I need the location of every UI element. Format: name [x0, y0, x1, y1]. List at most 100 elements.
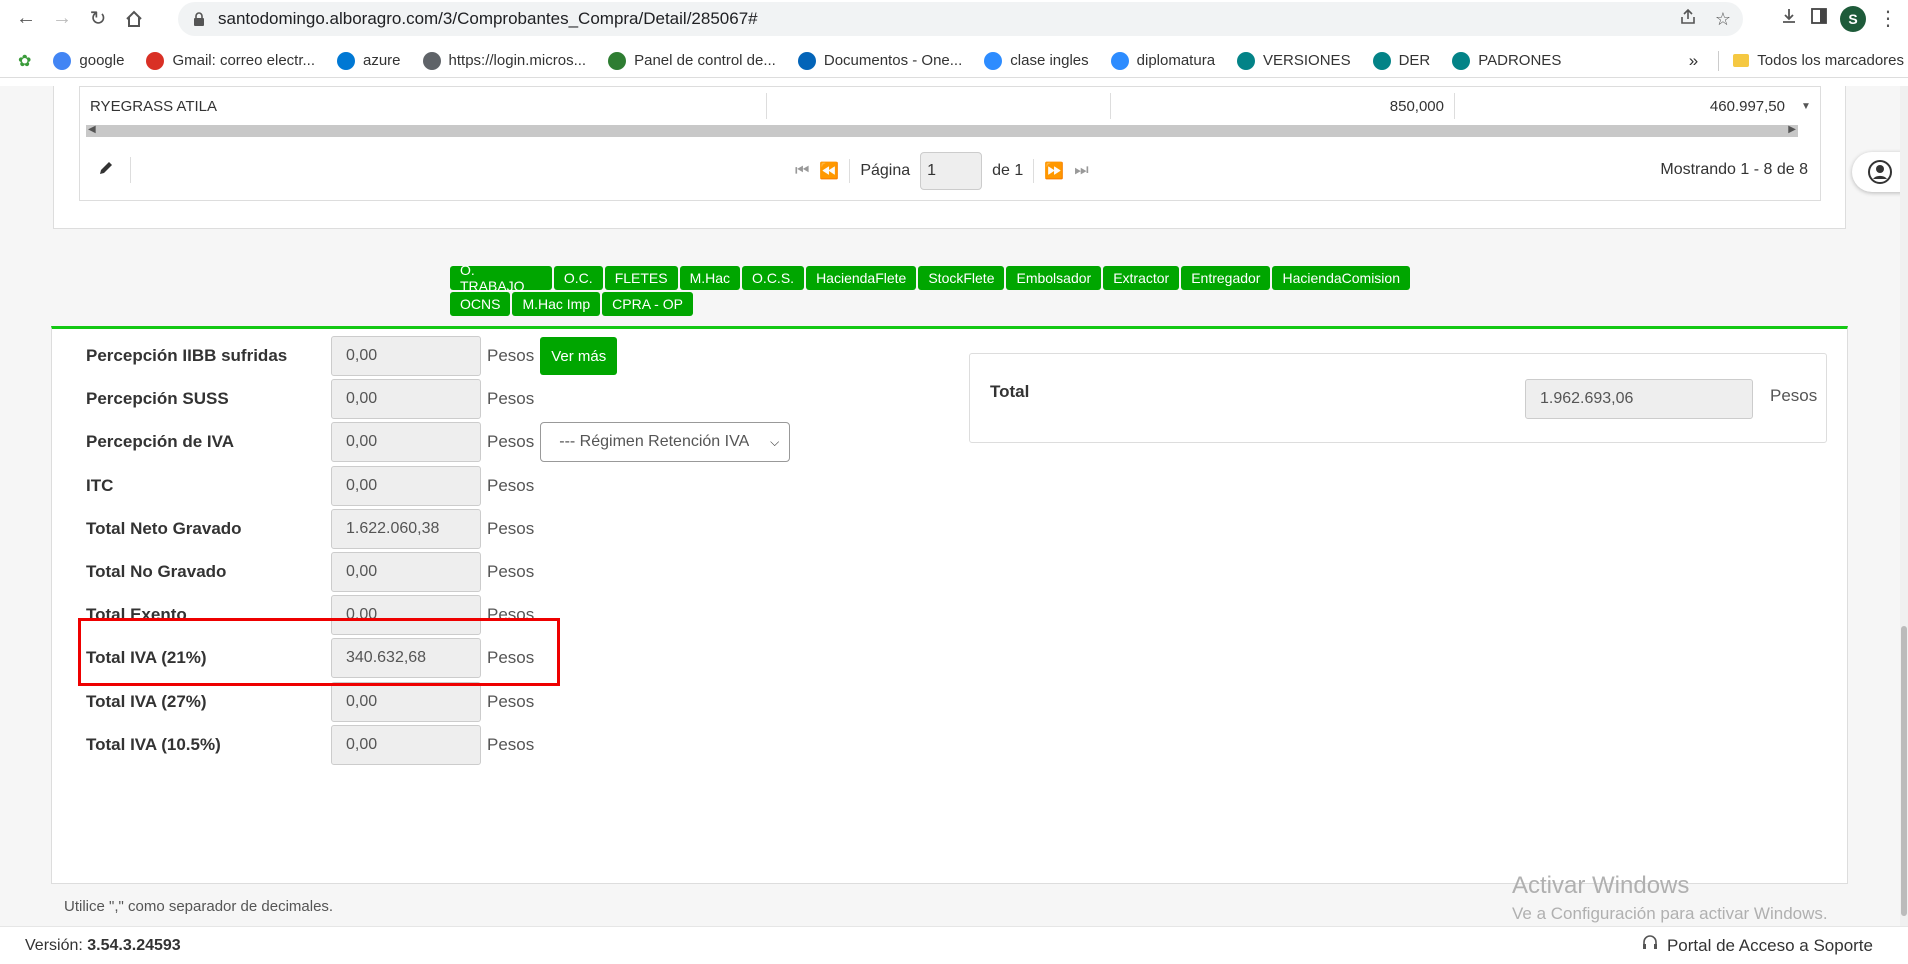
- bookmark-item[interactable]: VERSIONES: [1226, 51, 1362, 70]
- bookmark-label: https://login.micros...: [448, 52, 587, 69]
- form-row: Total IVA (27%) 0,00 Pesos: [86, 681, 534, 723]
- amount-field[interactable]: 0,00: [331, 724, 481, 765]
- bookmark-item[interactable]: azure: [326, 51, 412, 70]
- related-doc-button[interactable]: StockFlete: [918, 266, 1005, 290]
- zoom-icon: [1110, 51, 1129, 70]
- scroll-right-icon[interactable]: ▶: [1788, 124, 1796, 135]
- page-number-input[interactable]: 1: [920, 152, 983, 190]
- field-label: Total Neto Gravado: [86, 518, 242, 538]
- scroll-left-icon[interactable]: ◀: [88, 124, 96, 135]
- bookmark-item[interactable]: DER: [1362, 51, 1442, 70]
- support-label: Portal de Acceso a Soporte: [1666, 935, 1873, 955]
- field-label: Total IVA (27%): [86, 691, 207, 711]
- watermark-title: Activar Windows: [1512, 872, 1690, 899]
- bookmark-item[interactable]: google: [42, 51, 135, 70]
- related-doc-button[interactable]: O.C.S.: [742, 266, 805, 290]
- reload-icon[interactable]: ↻: [80, 3, 116, 35]
- star-icon[interactable]: ☆: [1715, 9, 1731, 30]
- items-grid: RYEGRASS ATILA 850,000 460.997,50 ▼ ◀ ▶ …: [79, 86, 1821, 201]
- unit-label: Pesos: [487, 389, 535, 409]
- divider: [1033, 159, 1035, 183]
- bookmark-label: DER: [1398, 52, 1431, 69]
- related-doc-button[interactable]: Embolsador: [1006, 266, 1102, 290]
- divider: [849, 159, 851, 183]
- windows-activation-watermark: Activar Windows Ve a Configuración para …: [1512, 872, 1828, 924]
- sidepanel-icon[interactable]: [1810, 7, 1828, 30]
- related-doc-button[interactable]: Extractor: [1103, 266, 1180, 290]
- form-row: Percepción IIBB sufridas 0,00 Pesos Ver más: [86, 335, 618, 377]
- amount-field[interactable]: 1.622.060,38: [331, 508, 481, 549]
- home-icon[interactable]: [116, 3, 152, 35]
- page-label: Página: [860, 162, 911, 179]
- browser-toolbar: ← → ↻ santodomingo.alboragro.com/3/Compr…: [0, 0, 1908, 37]
- related-doc-button[interactable]: OCNS: [450, 292, 511, 316]
- vertical-scrollbar[interactable]: [1900, 86, 1908, 926]
- scrollbar-thumb[interactable]: [1901, 626, 1907, 916]
- form-row: Total No Gravado 0,00 Pesos: [86, 551, 534, 593]
- bookmark-item[interactable]: https://login.micros...: [412, 51, 598, 70]
- bookmark-item[interactable]: Panel de control de...: [597, 51, 787, 70]
- bookmark-item[interactable]: Documentos - One...: [787, 51, 973, 70]
- horizontal-scrollbar[interactable]: ◀ ▶: [86, 124, 1798, 137]
- pencil-icon[interactable]: [98, 160, 114, 181]
- bookmarks-overflow[interactable]: »: [1689, 51, 1698, 71]
- amount-field[interactable]: 0,00: [331, 379, 481, 420]
- field-label: Total No Gravado: [86, 562, 227, 581]
- table-cell: 850,000: [1111, 93, 1455, 119]
- bookmark-sprout[interactable]: ✿: [0, 51, 42, 71]
- related-doc-button[interactable]: M.Hac: [679, 266, 741, 290]
- all-bookmarks[interactable]: Todos los marcadores: [1757, 52, 1904, 69]
- field-label: ITC: [86, 475, 114, 495]
- unit-label: Pesos: [487, 734, 535, 754]
- last-page-icon[interactable]: ⏭: [1074, 162, 1088, 180]
- amount-field[interactable]: 0,00: [331, 681, 481, 722]
- bookmark-label: VERSIONES: [1263, 52, 1351, 69]
- url-text: santodomingo.alboragro.com/3/Comprobante…: [218, 9, 758, 28]
- total-field[interactable]: 1.962.693,06: [1525, 379, 1753, 419]
- related-doc-button[interactable]: HaciendaComision: [1272, 266, 1410, 290]
- bookmark-item[interactable]: clase ingles: [973, 51, 1099, 70]
- related-doc-button[interactable]: O.C.: [553, 266, 603, 290]
- related-doc-button[interactable]: M.Hac Imp: [512, 292, 601, 316]
- bookmark-item[interactable]: diplomatura: [1100, 51, 1226, 70]
- menu-kebab-icon[interactable]: ⋮: [1878, 6, 1898, 31]
- folder-icon: [1733, 54, 1750, 67]
- bookmark-label: PADRONES: [1478, 52, 1562, 69]
- version-label: Versión:: [25, 936, 83, 954]
- download-icon[interactable]: [1780, 7, 1798, 30]
- first-page-icon[interactable]: ⏮: [795, 162, 809, 180]
- prev-page-icon[interactable]: ⏪: [819, 161, 839, 181]
- amount-field[interactable]: 0,00: [331, 552, 481, 592]
- support-portal-link[interactable]: Portal de Acceso a Soporte: [1641, 934, 1873, 957]
- back-icon[interactable]: ←: [8, 3, 44, 35]
- forward-icon[interactable]: →: [44, 3, 80, 35]
- divider: [130, 157, 131, 183]
- ver-mas-button[interactable]: Ver más: [540, 337, 618, 375]
- amount-field[interactable]: 0,00: [331, 336, 481, 376]
- field-label: Total IVA (10.5%): [86, 734, 221, 754]
- unit-label: Pesos: [487, 432, 535, 452]
- profile-avatar[interactable]: S: [1840, 5, 1866, 32]
- items-panel: RYEGRASS ATILA 850,000 460.997,50 ▼ ◀ ▶ …: [53, 86, 1846, 229]
- amount-field[interactable]: 0,00: [331, 465, 481, 506]
- related-doc-button[interactable]: CPRA - OP: [602, 292, 693, 316]
- related-doc-button[interactable]: FLETES: [604, 266, 678, 290]
- panel-icon: [608, 51, 627, 70]
- next-page-icon[interactable]: ⏩: [1044, 161, 1064, 181]
- regimen-retencion-select[interactable]: --- Régimen Retención IVA ⌵: [540, 422, 791, 463]
- table-row[interactable]: RYEGRASS ATILA 850,000 460.997,50 ▼: [80, 93, 1822, 119]
- bookmark-item[interactable]: PADRONES: [1441, 51, 1572, 70]
- form-row: Percepción de IVA 0,00 Pesos --- Régimen Re…: [86, 421, 791, 463]
- bookmark-item[interactable]: Gmail: correo electr...: [135, 51, 326, 70]
- chevron-down-icon: ⌵: [770, 434, 780, 449]
- related-doc-button[interactable]: O. TRABAJO: [450, 262, 552, 294]
- related-doc-button[interactable]: HaciendaFlete: [806, 266, 917, 290]
- row-dropdown-icon[interactable]: ▼: [1801, 101, 1811, 112]
- share-icon[interactable]: [1679, 8, 1697, 31]
- bookmark-label: google: [79, 52, 125, 69]
- related-doc-button[interactable]: Entregador: [1181, 266, 1271, 290]
- version-number: 3.54.3.24593: [87, 936, 181, 954]
- bookmark-label: diplomatura: [1136, 52, 1216, 69]
- address-bar[interactable]: santodomingo.alboragro.com/3/Comprobante…: [178, 2, 1743, 36]
- amount-field[interactable]: 0,00: [331, 422, 481, 463]
